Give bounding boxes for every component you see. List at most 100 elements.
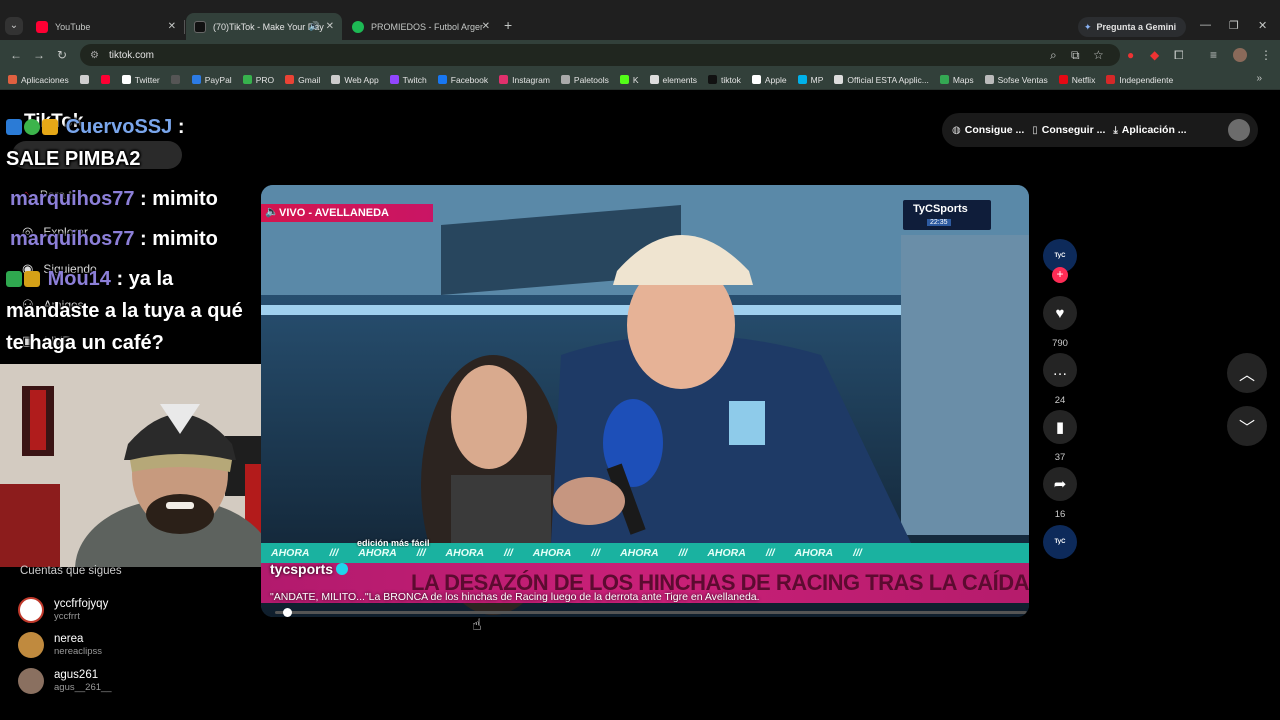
minimize-button[interactable]: — bbox=[1200, 19, 1211, 31]
reload-icon[interactable]: ↻ bbox=[57, 48, 67, 62]
extension-shield-icon[interactable]: ◆ bbox=[1150, 48, 1159, 62]
comment-icon[interactable]: … bbox=[1043, 353, 1077, 387]
bookmark-star-icon[interactable]: ☆ bbox=[1093, 48, 1104, 62]
install-app-icon[interactable]: ⧉ bbox=[1071, 48, 1080, 63]
bookmark-item[interactable] bbox=[79, 75, 93, 84]
chat-username: CuervoSSJ bbox=[65, 116, 173, 138]
restore-button[interactable]: ❐ bbox=[1229, 19, 1239, 32]
bookmark-label: Maps bbox=[952, 74, 974, 85]
bookmark-item[interactable]: Official ESTA Applic... bbox=[834, 75, 929, 85]
zoom-icon[interactable]: ⌕ bbox=[1050, 48, 1057, 63]
bookmark-item[interactable]: Sofse Ventas bbox=[984, 75, 1048, 85]
browser-toolbar: ← → ↻ ⚙ tiktok.com ⌕ ⧉ ☆ ● ◆ ⧠ ≡ ⋮ bbox=[0, 40, 1280, 70]
bookmark-favicon-icon bbox=[437, 75, 447, 84]
close-window-button[interactable]: ✕ bbox=[1258, 19, 1267, 32]
share-count: 16 bbox=[1054, 509, 1066, 520]
avatar bbox=[18, 632, 44, 658]
progress-handle[interactable] bbox=[282, 608, 292, 617]
back-arrow-icon[interactable]: ← bbox=[10, 48, 22, 62]
menu-kebab-icon[interactable]: ⋮ bbox=[1260, 48, 1272, 62]
desktop-app-button[interactable]: ⤓ Aplicación ... bbox=[1113, 124, 1186, 136]
bookmark-item[interactable]: Instagram bbox=[499, 75, 550, 85]
bookmark-item[interactable]: tiktok bbox=[708, 75, 741, 85]
get-app-button[interactable]: ▯ Conseguir ... bbox=[1032, 124, 1105, 136]
share-arrow-icon[interactable]: ➦ bbox=[1043, 467, 1077, 501]
next-video-button[interactable]: ﹀ bbox=[1227, 406, 1267, 446]
bookmark-item[interactable]: Facebook bbox=[437, 75, 488, 85]
live-tag-text: VIVO - AVELLANEDA bbox=[279, 207, 390, 219]
bookmark-item[interactable] bbox=[100, 75, 114, 84]
bookmark-item[interactable]: Paletools bbox=[560, 75, 609, 85]
profile-avatar[interactable] bbox=[1233, 48, 1247, 62]
tab-search-button[interactable]: ⌄ bbox=[5, 17, 23, 35]
bookmark-item[interactable]: Twitter bbox=[121, 75, 160, 85]
close-tab-icon[interactable]: ✕ bbox=[482, 21, 490, 32]
bookmark-item[interactable]: K bbox=[619, 75, 639, 85]
site-info-icon[interactable]: ⚙ bbox=[90, 50, 99, 61]
bookmark-item[interactable]: Gmail bbox=[285, 75, 320, 85]
following-account[interactable]: agus261 agus__261__ bbox=[18, 668, 112, 694]
bookmark-label: Instagram bbox=[512, 74, 550, 85]
bookmark-item[interactable]: Twitch bbox=[389, 75, 427, 85]
chat-username: Mou14 bbox=[47, 268, 111, 290]
new-tab-button[interactable]: + bbox=[504, 17, 512, 33]
bookmark-item[interactable]: Aplicaciones bbox=[8, 75, 69, 85]
close-tab-icon[interactable]: ✕ bbox=[326, 21, 334, 32]
ahora-word: AHORA bbox=[358, 547, 397, 559]
close-tab-icon[interactable]: ✕ bbox=[168, 21, 176, 32]
save-action[interactable]: ▮ 37 bbox=[1042, 410, 1078, 463]
bookmark-item[interactable]: PayPal bbox=[191, 75, 232, 85]
tab-tiktok[interactable]: (70)TikTok - Make Your Day 🔊 ✕ bbox=[186, 13, 342, 40]
follow-plus-button[interactable]: + bbox=[1052, 267, 1068, 283]
chat-message: Mou14 : ya la mandaste a la tuya a qué t… bbox=[6, 263, 258, 359]
bookmark-item[interactable]: Maps bbox=[939, 74, 974, 85]
address-bar[interactable]: ⚙ tiktok.com bbox=[80, 44, 1120, 66]
bookmark-item[interactable]: MP bbox=[797, 75, 823, 85]
bookmark-item[interactable]: Web App bbox=[331, 75, 379, 85]
video-progress-bar[interactable] bbox=[275, 608, 1027, 617]
avatar bbox=[18, 668, 44, 694]
share-action[interactable]: ➦ 16 bbox=[1042, 467, 1078, 520]
chat-badge-icon bbox=[6, 119, 22, 135]
ahora-word: AHORA bbox=[620, 547, 659, 559]
ticker-separator: /// bbox=[678, 547, 688, 559]
bookmark-icon[interactable]: ▮ bbox=[1043, 410, 1077, 444]
forward-arrow-icon[interactable]: → bbox=[33, 48, 45, 62]
tab-youtube[interactable]: YouTube ✕ bbox=[28, 13, 184, 40]
bookmark-label: Independiente bbox=[1119, 74, 1174, 85]
extensions-puzzle-icon[interactable]: ⧠ bbox=[1174, 48, 1184, 63]
chat-badge-icon bbox=[42, 119, 58, 135]
video-player[interactable]: 🔈 VIVO - AVELLANEDA TyCSports 22:35 AHOR… bbox=[261, 185, 1029, 617]
bookmark-label: elements bbox=[662, 74, 698, 85]
author-name: tycsports bbox=[270, 561, 334, 577]
following-account[interactable]: yccfrfojyqy yccfrrt bbox=[18, 597, 108, 623]
profile-avatar[interactable] bbox=[1228, 119, 1250, 141]
bookmark-item[interactable]: elements bbox=[649, 74, 698, 85]
gemini-button[interactable]: ✦ Pregunta a Gemini bbox=[1078, 17, 1187, 37]
comment-action[interactable]: … 24 bbox=[1042, 353, 1078, 406]
tab-promiedos[interactable]: PROMIEDOS - Futbol Argentino ✕ bbox=[344, 13, 498, 40]
following-account[interactable]: nerea nereaclipss bbox=[18, 632, 102, 658]
video-author[interactable]: tycsports bbox=[270, 561, 349, 577]
tab-title: (70)TikTok - Make Your Day bbox=[213, 21, 324, 32]
heart-icon[interactable]: ♥ bbox=[1043, 296, 1077, 330]
media-controls-icon[interactable]: ≡ bbox=[1210, 48, 1217, 62]
bookmark-item[interactable]: Apple bbox=[751, 75, 787, 85]
bookmark-item[interactable]: Netflix bbox=[1058, 75, 1095, 85]
previous-video-button[interactable]: ︿ bbox=[1227, 353, 1267, 393]
save-count: 37 bbox=[1054, 452, 1066, 463]
like-action[interactable]: ♥ 790 bbox=[1042, 296, 1078, 349]
live-location-tag: 🔈 VIVO - AVELLANEDA bbox=[261, 204, 433, 222]
coins-button[interactable]: ◍ Consigue ... bbox=[952, 124, 1024, 136]
more-bookmarks-icon[interactable]: » bbox=[1256, 73, 1262, 84]
bookmark-item[interactable]: PRO bbox=[242, 75, 274, 85]
chat-username: marquihos77 bbox=[10, 228, 135, 250]
bookmark-item[interactable] bbox=[170, 75, 184, 84]
music-disc[interactable]: TyC bbox=[1043, 525, 1077, 559]
edition-tag: edición más fácil bbox=[357, 538, 430, 548]
pill-label: Aplicación ... bbox=[1121, 124, 1187, 136]
chat-message: marquihos77 : mimito bbox=[6, 183, 258, 215]
extension-red-icon[interactable]: ● bbox=[1127, 48, 1134, 62]
bookmark-item[interactable]: Independiente bbox=[1106, 75, 1173, 85]
audio-playing-icon[interactable]: 🔊 bbox=[309, 21, 320, 32]
